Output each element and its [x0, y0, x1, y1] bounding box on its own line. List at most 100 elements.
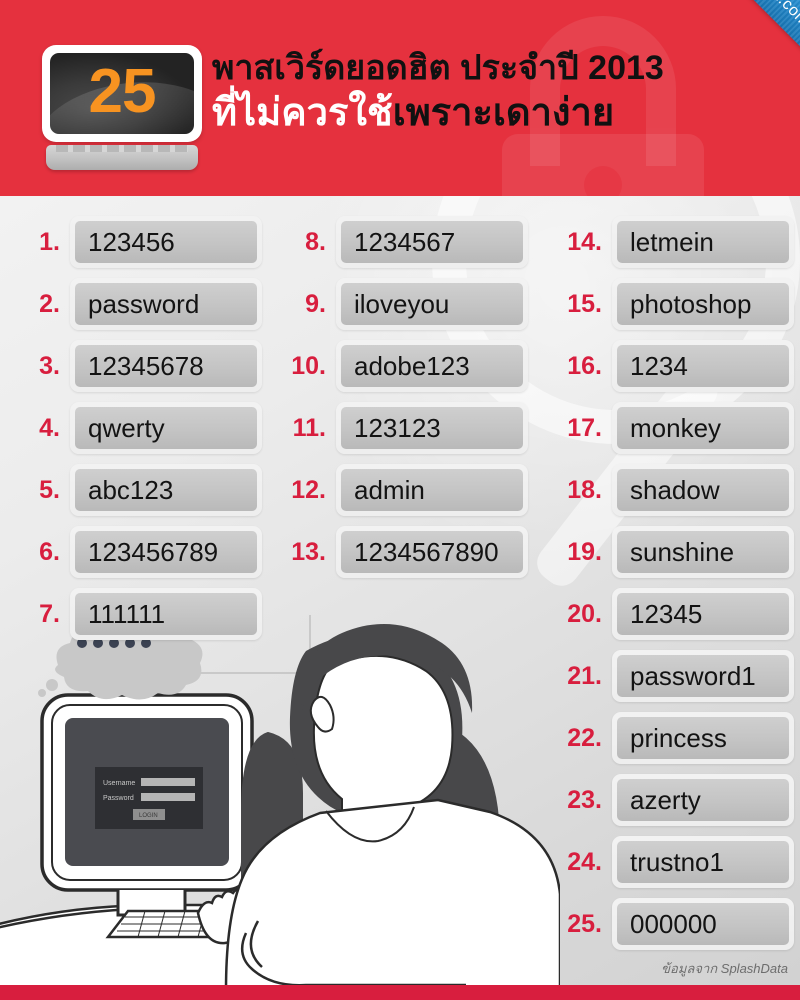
password-value: abc123	[75, 469, 257, 511]
password-value: trustno1	[617, 841, 789, 883]
password-row: 6. 123456789	[18, 526, 262, 578]
rank-number: 7.	[39, 599, 60, 628]
password-row: 3. 12345678	[18, 340, 262, 392]
password-row: 10. adobe123	[276, 340, 528, 392]
infographic-poster: 25 พาสเวิร์ดยอดฮิต ประจำปี 2013 ที่ไม่คว…	[0, 0, 800, 1000]
password-value: 000000	[617, 903, 789, 945]
password-row: 23. azerty	[548, 774, 794, 826]
password-box: azerty	[612, 774, 794, 826]
footer-bar	[0, 985, 800, 1000]
password-value: qwerty	[75, 407, 257, 449]
password-column-3: 14. letmein 15. photoshop 16. 1234 17. monkey 18…	[548, 216, 794, 960]
rank-number: 2.	[39, 289, 60, 318]
password-value: azerty	[617, 779, 789, 821]
password-value: password1	[617, 655, 789, 697]
password-row: 14. letmein	[548, 216, 794, 268]
password-value: sunshine	[617, 531, 789, 573]
password-box: password1	[612, 650, 794, 702]
rank-number: 16.	[567, 351, 602, 380]
rank-number: 3.	[39, 351, 60, 380]
password-value: monkey	[617, 407, 789, 449]
password-box: qwerty	[70, 402, 262, 454]
password-value: princess	[617, 717, 789, 759]
login-button-label: LOGIN	[139, 813, 158, 819]
password-value: 1234567	[341, 221, 523, 263]
password-row: 24. trustno1	[548, 836, 794, 888]
rank-number: 10.	[291, 351, 326, 380]
rank-number: 18.	[567, 475, 602, 504]
password-box: trustno1	[612, 836, 794, 888]
rank-number: 4.	[39, 413, 60, 442]
password-row: 21. password1	[548, 650, 794, 702]
password-column-2: 8. 1234567 9. iloveyou 10. adobe123 11. 123123 1…	[276, 216, 528, 588]
password-value: shadow	[617, 469, 789, 511]
password-row: 22. princess	[548, 712, 794, 764]
password-box: 1234	[612, 340, 794, 392]
rank-number: 9.	[305, 289, 326, 318]
password-box: admin	[336, 464, 528, 516]
password-value: admin	[341, 469, 523, 511]
password-row: 12. admin	[276, 464, 528, 516]
password-box: princess	[612, 712, 794, 764]
password-box: 111111	[70, 588, 262, 640]
rank-number: 24.	[567, 847, 602, 876]
password-row: 4. qwerty	[18, 402, 262, 454]
password-box: letmein	[612, 216, 794, 268]
password-box: adobe123	[336, 340, 528, 392]
password-box: 1234567890	[336, 526, 528, 578]
password-value: photoshop	[617, 283, 789, 325]
illustration-svg: Username Password LOGIN	[0, 614, 562, 992]
rank-number: 17.	[567, 413, 602, 442]
password-box: iloveyou	[336, 278, 528, 330]
password-row: 20. 12345	[548, 588, 794, 640]
rank-number: 13.	[291, 537, 326, 566]
page-title: พาสเวิร์ดยอดฮิต ประจำปี 2013 ที่ไม่ควรใช…	[212, 48, 772, 136]
rank-number: 6.	[39, 537, 60, 566]
password-row: 25. 000000	[548, 898, 794, 950]
password-row: 5. abc123	[18, 464, 262, 516]
source-credit: ข้อมูลจาก SplashData	[661, 961, 788, 976]
password-box: monkey	[612, 402, 794, 454]
password-row: 7. 111111	[18, 588, 262, 640]
password-box: 1234567	[336, 216, 528, 268]
rank-number: 14.	[567, 227, 602, 256]
rank-number: 8.	[305, 227, 326, 256]
password-box: 12345	[612, 588, 794, 640]
password-value: iloveyou	[341, 283, 523, 325]
password-box: abc123	[70, 464, 262, 516]
rank-number: 23.	[567, 785, 602, 814]
password-row: 11. 123123	[276, 402, 528, 454]
password-row: 1. 123456	[18, 216, 262, 268]
password-box: 123456789	[70, 526, 262, 578]
rank-number: 5.	[39, 475, 60, 504]
password-row: 19. sunshine	[548, 526, 794, 578]
header-banner: 25 พาสเวิร์ดยอดฮิต ประจำปี 2013 ที่ไม่คว…	[0, 0, 800, 196]
title-line-2: ที่ไม่ควรใช้เพราะเดาง่าย	[212, 90, 772, 136]
password-value: 1234567890	[341, 531, 523, 573]
rank-number: 21.	[567, 661, 602, 690]
password-box: 12345678	[70, 340, 262, 392]
illustration-man-at-computer: Username Password LOGIN	[0, 614, 562, 992]
rank-number: 19.	[567, 537, 602, 566]
password-row: 15. photoshop	[548, 278, 794, 330]
password-value: adobe123	[341, 345, 523, 387]
password-value: 1234	[617, 345, 789, 387]
password-box: 123456	[70, 216, 262, 268]
login-password-label: Password	[103, 795, 134, 802]
password-value: 123456	[75, 221, 257, 263]
rank-number: 1.	[39, 227, 60, 256]
password-box: shadow	[612, 464, 794, 516]
password-box: password	[70, 278, 262, 330]
password-value: 12345	[617, 593, 789, 635]
password-column-1: 1. 123456 2. password 3. 12345678 4. qwerty 5. ab…	[18, 216, 262, 650]
password-row: 13. 1234567890	[276, 526, 528, 578]
rank-number: 22.	[567, 723, 602, 752]
laptop-badge-icon: 25	[42, 45, 202, 170]
password-row: 16. 1234	[548, 340, 794, 392]
password-row: 17. monkey	[548, 402, 794, 454]
password-row: 9. iloveyou	[276, 278, 528, 330]
password-row: 18. shadow	[548, 464, 794, 516]
password-box: sunshine	[612, 526, 794, 578]
password-box: 123123	[336, 402, 528, 454]
rank-number: 15.	[567, 289, 602, 318]
